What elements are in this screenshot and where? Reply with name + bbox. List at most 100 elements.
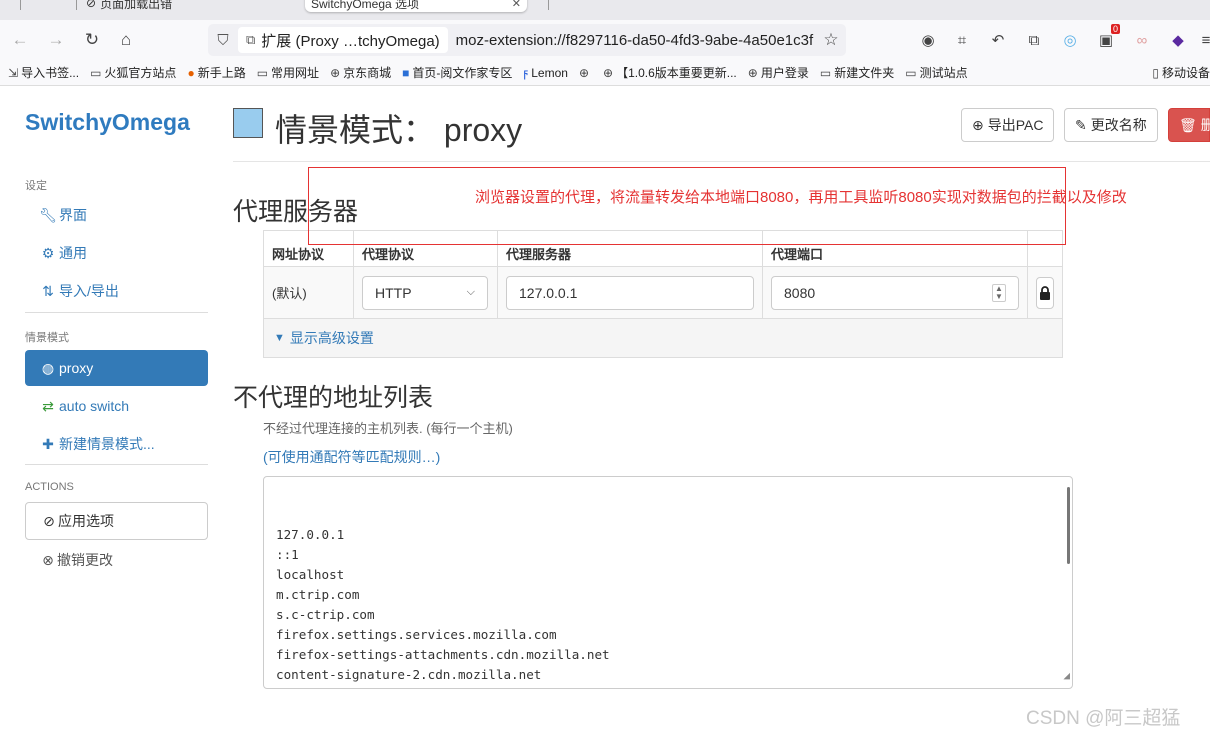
bookmark-item[interactable]: ϝ Lemon bbox=[523, 66, 568, 80]
extension-identity-chip[interactable]: ⧉ 扩展 (Proxy …tchyOmega) bbox=[238, 27, 448, 53]
star-icon[interactable]: ☆ bbox=[816, 30, 846, 50]
extension-badge-icon[interactable]: 0 ▣ bbox=[1096, 24, 1120, 50]
tab-separator bbox=[548, 0, 549, 10]
bookmark-item[interactable]: ⊕ 用户登录 bbox=[748, 64, 809, 81]
export-pac-button[interactable]: ⊕ 导出PAC bbox=[961, 108, 1055, 142]
sidebar-item-label: 界面 bbox=[59, 207, 87, 223]
sidebar-item-proxy[interactable]: ◍ proxy bbox=[25, 350, 208, 386]
protocol-select[interactable]: HTTP ⌵ bbox=[362, 275, 488, 310]
close-icon[interactable]: ✕ bbox=[512, 0, 521, 10]
tab-switchyomega-options[interactable]: SwitchyOmega 选项 ✕ bbox=[305, 0, 527, 12]
globe-icon: ⊕ bbox=[330, 65, 341, 80]
bookmark-item[interactable]: ⊕ 【1.0.6版本重要更新... bbox=[603, 64, 737, 81]
wildcard-rules-link[interactable]: (可使用通配符等匹配规则…) bbox=[263, 447, 440, 467]
sidebar-item-label: 导入/导出 bbox=[59, 283, 119, 299]
proxy-servers-table: 网址协议 代理协议 代理服务器 代理端口 (默认) HTTP ⌵ 127.0.0… bbox=[263, 230, 1063, 358]
undo-icon[interactable]: ↶ bbox=[988, 30, 1008, 50]
forward-button[interactable]: → bbox=[44, 28, 68, 52]
tab-separator bbox=[76, 0, 77, 10]
server-cell: 127.0.0.1 bbox=[498, 267, 763, 318]
mobile-bookmarks[interactable]: ▯ 移动设备 bbox=[1152, 64, 1210, 81]
check-circle-icon: ⊘ bbox=[43, 512, 55, 529]
bookmark-item[interactable]: ● 新手上路 bbox=[187, 64, 245, 81]
close-circle-icon: ⊗ bbox=[42, 551, 54, 568]
crop-icon[interactable]: ⌗ bbox=[952, 30, 972, 50]
input-value: 127.0.0.1 bbox=[519, 284, 578, 301]
bookmark-item[interactable]: ⊕ 京东商城 bbox=[330, 64, 391, 81]
reload-button[interactable]: ↻ bbox=[80, 28, 104, 52]
shield-icon[interactable]: ⛉ bbox=[208, 32, 238, 49]
bookmark-label: 移动设备 bbox=[1161, 66, 1210, 80]
extensions-icon[interactable]: ⧉ bbox=[1024, 30, 1044, 50]
bypass-list-entry: 127.0.0.1 bbox=[276, 527, 345, 542]
bookmark-item[interactable]: ■ 首页-阅文作家专区 bbox=[402, 64, 512, 81]
folder-icon: ▭ bbox=[905, 65, 917, 80]
stepper-icon[interactable]: ▲ ▼ bbox=[992, 283, 1006, 302]
resize-handle-icon[interactable]: ◢ bbox=[1063, 666, 1070, 686]
home-button[interactable]: ⌂ bbox=[114, 28, 138, 52]
bookmark-label: 京东商城 bbox=[343, 66, 392, 80]
bookmark-item[interactable]: ▭ 常用网址 bbox=[257, 64, 319, 81]
navigation-bar: ← → ↻ ⌂ ⛉ ⧉ 扩展 (Proxy …tchyOmega) moz-ex… bbox=[0, 20, 1210, 60]
globe-icon: ⊕ bbox=[578, 65, 590, 80]
actions-header: ACTIONS bbox=[25, 481, 74, 493]
bookmark-label: 新建文件夹 bbox=[834, 66, 895, 80]
extension-link-icon[interactable]: ∞ bbox=[1132, 30, 1152, 50]
site-icon: ■ bbox=[402, 65, 410, 80]
scrollbar-thumb[interactable] bbox=[1067, 487, 1070, 564]
url-bar[interactable]: ⛉ ⧉ 扩展 (Proxy …tchyOmega) moz-extension:… bbox=[208, 24, 846, 56]
extension-circle-icon[interactable]: ◎ bbox=[1060, 30, 1080, 50]
tab-error-page[interactable]: ⊘ 页面加载出错 bbox=[80, 0, 300, 12]
proxy-port-input[interactable]: 8080 ▲ ▼ bbox=[771, 275, 1019, 310]
proxy-server-input[interactable]: 127.0.0.1 bbox=[506, 275, 754, 310]
bypass-list-entry: ::1 bbox=[276, 547, 299, 562]
profile-color-swatch[interactable] bbox=[233, 108, 263, 138]
bypass-list-entry: s.c-ctrip.com bbox=[276, 607, 375, 622]
edit-icon: ✎ bbox=[1075, 116, 1087, 133]
tab-separator bbox=[20, 0, 21, 10]
bypass-list-textarea[interactable]: 127.0.0.1::1 localhost m.ctrip.com s.c-ctri… bbox=[263, 476, 1073, 689]
show-advanced-link[interactable]: ▼ 显示高级设置 bbox=[264, 319, 1062, 357]
url-text[interactable]: moz-extension://f8297116-da50-4fd3-9abe-… bbox=[456, 32, 816, 49]
menu-icon[interactable]: ≡ bbox=[1196, 30, 1210, 50]
sidebar-item-import-export[interactable]: ⇅ 导入/导出 bbox=[25, 273, 208, 309]
sidebar-item-general[interactable]: ⚙ 通用 bbox=[25, 235, 208, 271]
bookmark-label: 测试站点 bbox=[919, 66, 968, 80]
button-label: 撤销更改 bbox=[57, 552, 113, 568]
globe-icon: ⊕ bbox=[603, 65, 614, 80]
sidebar-item-label: 新建情景模式... bbox=[59, 436, 155, 452]
delete-button[interactable]: 🗑︎ 删 bbox=[1168, 108, 1210, 142]
button-label: 删 bbox=[1200, 117, 1210, 133]
plus-icon: ✚ bbox=[42, 435, 54, 452]
sidebar-item-ui[interactable]: 🔧︎ 界面 bbox=[25, 197, 208, 233]
port-cell: 8080 ▲ ▼ bbox=[763, 267, 1028, 318]
import-export-icon: ⇅ bbox=[42, 282, 54, 299]
brand-logo[interactable]: SwitchyOmega bbox=[25, 109, 190, 136]
bookmark-label: 导入书签... bbox=[21, 66, 80, 80]
button-label: 更改名称 bbox=[1090, 117, 1147, 133]
back-button[interactable]: ← bbox=[8, 28, 32, 52]
sidebar-item-label: proxy bbox=[59, 360, 94, 376]
bookmark-item[interactable]: ▭ 新建文件夹 bbox=[820, 64, 894, 81]
download-icon: ⊕ bbox=[972, 116, 984, 133]
sidebar-item-new-profile[interactable]: ✚ 新建情景模式... bbox=[25, 426, 208, 462]
bookmark-item[interactable]: ▭ 测试站点 bbox=[905, 64, 967, 81]
divider bbox=[233, 161, 1210, 162]
bookmarks-toolbar: ⇲ 导入书签... ▭ 火狐官方站点 ● 新手上路 ▭ 常用网址 ⊕ 京东商城 ■ 首页-阅… bbox=[0, 60, 1210, 86]
extension-diamond-icon[interactable]: ◆ bbox=[1168, 30, 1188, 50]
bookmark-label: 新手上路 bbox=[197, 66, 246, 80]
bookmark-item[interactable]: ⇲ 导入书签... bbox=[8, 64, 79, 81]
bookmark-item[interactable]: ▭ 火狐官方站点 bbox=[90, 64, 176, 81]
tab-label: 页面加载出错 bbox=[100, 0, 173, 11]
account-icon[interactable]: ◉ bbox=[918, 30, 938, 50]
authentication-button[interactable] bbox=[1036, 276, 1054, 309]
bookmark-item[interactable]: ⊕ bbox=[579, 66, 592, 80]
discard-changes-button[interactable]: ⊗ 撤销更改 bbox=[25, 542, 208, 578]
rename-button[interactable]: ✎ 更改名称 bbox=[1064, 108, 1158, 142]
globe-icon: ⊕ bbox=[747, 65, 758, 80]
watermark: CSDN @阿三超猛 bbox=[1026, 708, 1181, 729]
sidebar-item-label: 通用 bbox=[59, 245, 87, 261]
sidebar-item-auto-switch[interactable]: ⇄ auto switch bbox=[25, 388, 208, 424]
folder-icon: ▭ bbox=[256, 65, 269, 80]
apply-changes-button[interactable]: ⊘ 应用选项 bbox=[25, 502, 208, 540]
